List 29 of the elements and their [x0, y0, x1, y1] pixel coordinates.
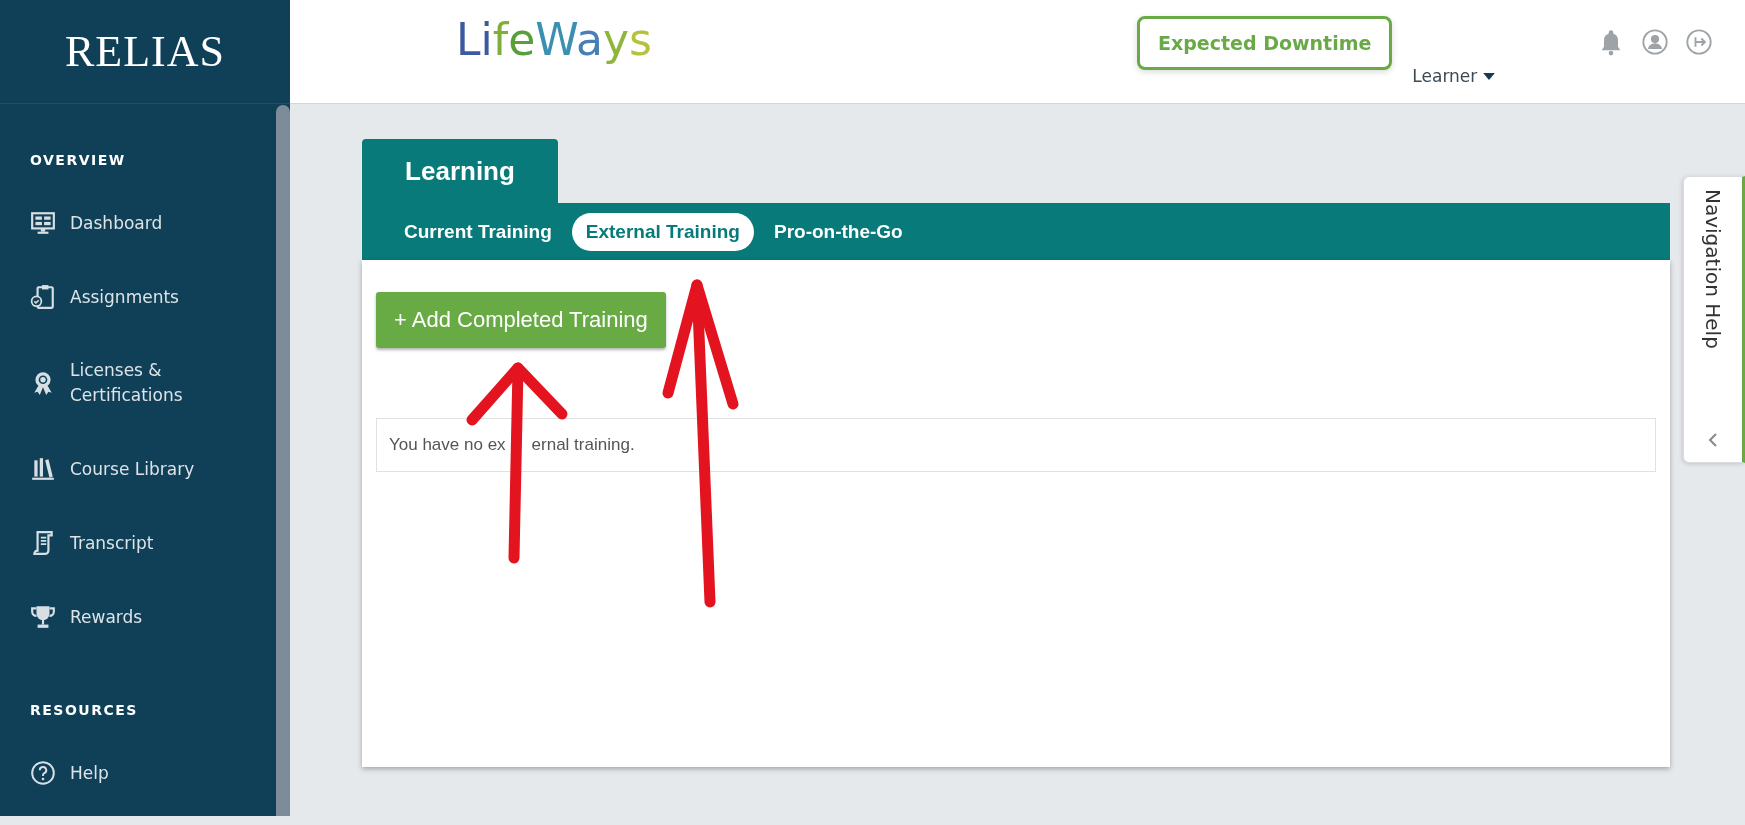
- relias-logo[interactable]: RELIAS: [65, 26, 225, 77]
- help-icon: [30, 760, 56, 786]
- training-tab[interactable]: Pro-on-the-Go: [759, 212, 917, 251]
- lifeways-logo: LifeWays: [456, 14, 652, 65]
- scroll-icon: [30, 530, 56, 556]
- chevron-left-icon: [1708, 432, 1718, 448]
- navigation-help-tab[interactable]: Navigation Help: [1683, 176, 1745, 463]
- nav-item[interactable]: Dashboard: [30, 210, 260, 236]
- section-heading: OVERVIEW: [30, 152, 127, 168]
- empty-message: You have no ex: [389, 435, 506, 455]
- monitor-icon: [30, 210, 56, 236]
- training-tab[interactable]: Current Training: [390, 212, 566, 251]
- books-icon: [30, 456, 56, 482]
- logout-icon[interactable]: [1685, 28, 1713, 56]
- nav-item[interactable]: Licenses & Certifications: [30, 358, 260, 408]
- nav-item[interactable]: Transcript: [30, 530, 260, 556]
- nav-item[interactable]: Rewards: [30, 604, 260, 630]
- role-menu[interactable]: Learner: [1412, 66, 1496, 86]
- clipboard-icon: [30, 284, 56, 310]
- nav-item[interactable]: Help: [30, 760, 260, 786]
- training-tab[interactable]: External Training: [571, 212, 754, 251]
- caret-icon: [1483, 72, 1496, 80]
- scrollbar[interactable]: [276, 105, 290, 816]
- nav-item[interactable]: Assignments: [30, 284, 260, 310]
- nav-item[interactable]: Course Library: [30, 456, 260, 482]
- section-heading: RESOURCES: [30, 702, 139, 718]
- user-icon[interactable]: [1641, 28, 1669, 56]
- trophy-icon: [30, 604, 56, 630]
- empty-message: ernal training.: [531, 435, 635, 455]
